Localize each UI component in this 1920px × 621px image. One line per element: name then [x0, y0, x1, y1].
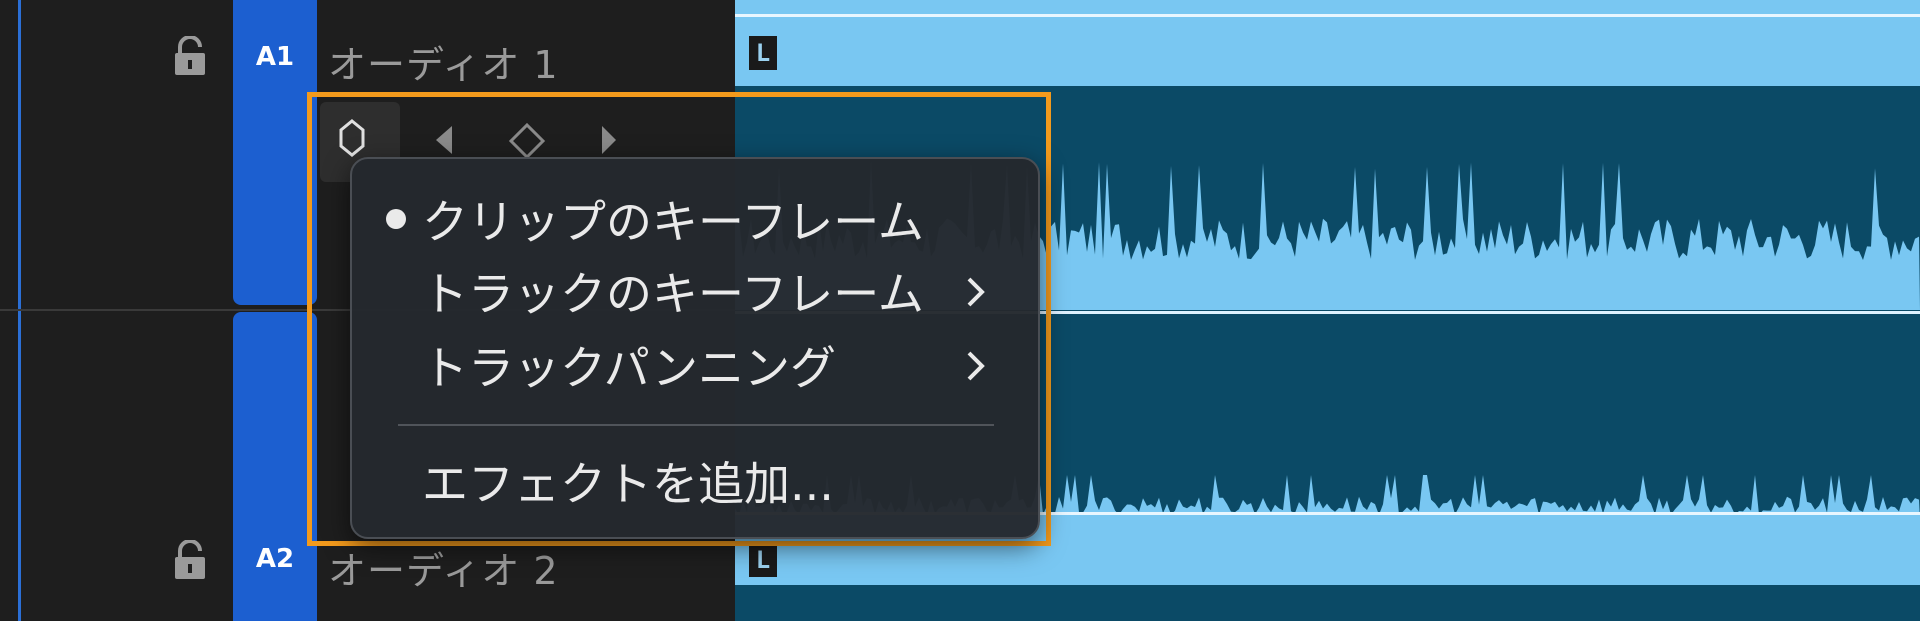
menu-item-track-panning[interactable]: トラックパンニング — [422, 335, 1022, 395]
clip-volume-line — [735, 14, 1920, 17]
menu-item-add-effect[interactable]: エフェクトを追加... — [422, 451, 1022, 511]
track-a1-name[interactable]: オーディオ 1 — [328, 34, 559, 89]
track-a2-name[interactable]: オーディオ 2 — [328, 540, 559, 595]
lock-icon[interactable] — [172, 36, 208, 76]
chevron-right-icon — [967, 351, 985, 381]
track-a2-id: A2 — [255, 544, 295, 574]
context-menu: クリップのキーフレーム トラックのキーフレーム トラックパンニング エフェクトを… — [350, 157, 1040, 539]
menu-item-clip-keyframes[interactable]: クリップのキーフレーム — [422, 189, 1022, 249]
channel-label: L — [749, 36, 777, 70]
chevron-right-icon — [967, 277, 985, 307]
track-a1-target-button[interactable]: A1 — [233, 0, 317, 305]
channel-label: L — [749, 543, 777, 577]
track-a1-id: A1 — [255, 42, 295, 72]
lock-icon[interactable] — [172, 540, 208, 580]
menu-separator — [398, 424, 994, 426]
audio-clip-a1-waveform[interactable] — [735, 0, 1920, 86]
selected-indicator-icon — [386, 209, 406, 229]
track-a2-target-button[interactable]: A2 — [233, 312, 317, 621]
menu-item-track-keyframes[interactable]: トラックのキーフレーム — [422, 261, 1022, 321]
